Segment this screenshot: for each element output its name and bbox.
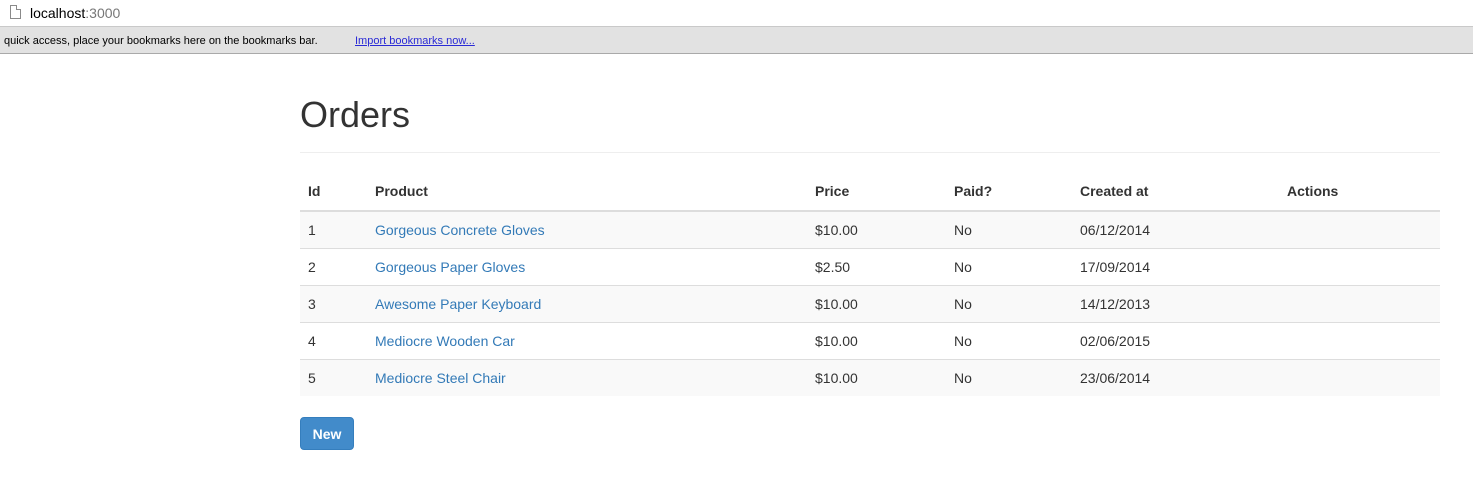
address-bar[interactable]: localhost:3000	[0, 0, 1473, 27]
paid-cell: No	[946, 211, 1072, 249]
paid-cell: No	[946, 285, 1072, 323]
product-link[interactable]: Gorgeous Paper Gloves	[375, 259, 525, 275]
order-id: 4	[300, 322, 367, 360]
header-id: Id	[300, 172, 367, 212]
table-row: 5 Mediocre Steel Chair $10.00 No 23/06/2…	[300, 359, 1440, 396]
paid-cell: No	[946, 359, 1072, 396]
product-link[interactable]: Awesome Paper Keyboard	[375, 296, 541, 312]
price-cell: $2.50	[807, 248, 946, 286]
price-cell: $10.00	[807, 359, 946, 396]
created-at-cell: 17/09/2014	[1072, 248, 1279, 286]
table-header-row: Id Product Price Paid? Created at Action…	[300, 172, 1440, 212]
created-at-cell: 23/06/2014	[1072, 359, 1279, 396]
paid-cell: No	[946, 248, 1072, 286]
new-order-button[interactable]: New	[300, 417, 354, 450]
order-id: 2	[300, 248, 367, 286]
table-row: 1 Gorgeous Concrete Gloves $10.00 No 06/…	[300, 211, 1440, 249]
product-cell: Mediocre Wooden Car	[367, 322, 807, 360]
header-paid: Paid?	[946, 172, 1072, 212]
title-divider	[300, 152, 1440, 153]
order-id: 1	[300, 211, 367, 249]
page-icon	[10, 5, 21, 19]
product-cell: Awesome Paper Keyboard	[367, 285, 807, 323]
table-row: 2 Gorgeous Paper Gloves $2.50 No 17/09/2…	[300, 248, 1440, 286]
price-cell: $10.00	[807, 285, 946, 323]
header-created-at: Created at	[1072, 172, 1279, 212]
price-cell: $10.00	[807, 211, 946, 249]
actions-cell	[1279, 359, 1440, 396]
bookmarks-message: quick access, place your bookmarks here …	[4, 35, 318, 47]
paid-cell: No	[946, 322, 1072, 360]
actions-cell	[1279, 248, 1440, 286]
product-cell: Mediocre Steel Chair	[367, 359, 807, 396]
product-cell: Gorgeous Paper Gloves	[367, 248, 807, 286]
header-price: Price	[807, 172, 946, 212]
header-product: Product	[367, 172, 807, 212]
product-link[interactable]: Mediocre Wooden Car	[375, 333, 515, 349]
created-at-cell: 06/12/2014	[1072, 211, 1279, 249]
import-bookmarks-link[interactable]: Import bookmarks now...	[355, 35, 475, 47]
product-cell: Gorgeous Concrete Gloves	[367, 211, 807, 249]
product-link[interactable]: Gorgeous Concrete Gloves	[375, 222, 545, 238]
table-row: 3 Awesome Paper Keyboard $10.00 No 14/12…	[300, 285, 1440, 323]
product-link[interactable]: Mediocre Steel Chair	[375, 370, 506, 386]
actions-cell	[1279, 211, 1440, 249]
created-at-cell: 14/12/2013	[1072, 285, 1279, 323]
bookmarks-bar: quick access, place your bookmarks here …	[0, 27, 1473, 54]
url-text[interactable]: localhost:3000	[30, 5, 120, 21]
header-actions: Actions	[1279, 172, 1440, 212]
order-id: 5	[300, 359, 367, 396]
actions-cell	[1279, 285, 1440, 323]
page-title: Orders	[300, 94, 411, 135]
url-host: localhost	[30, 5, 86, 21]
price-cell: $10.00	[807, 322, 946, 360]
order-id: 3	[300, 285, 367, 323]
actions-cell	[1279, 322, 1440, 360]
table-row: 4 Mediocre Wooden Car $10.00 No 02/06/20…	[300, 322, 1440, 360]
url-port: :3000	[85, 5, 121, 21]
created-at-cell: 02/06/2015	[1072, 322, 1279, 360]
orders-table: Id Product Price Paid? Created at Action…	[300, 172, 1440, 396]
